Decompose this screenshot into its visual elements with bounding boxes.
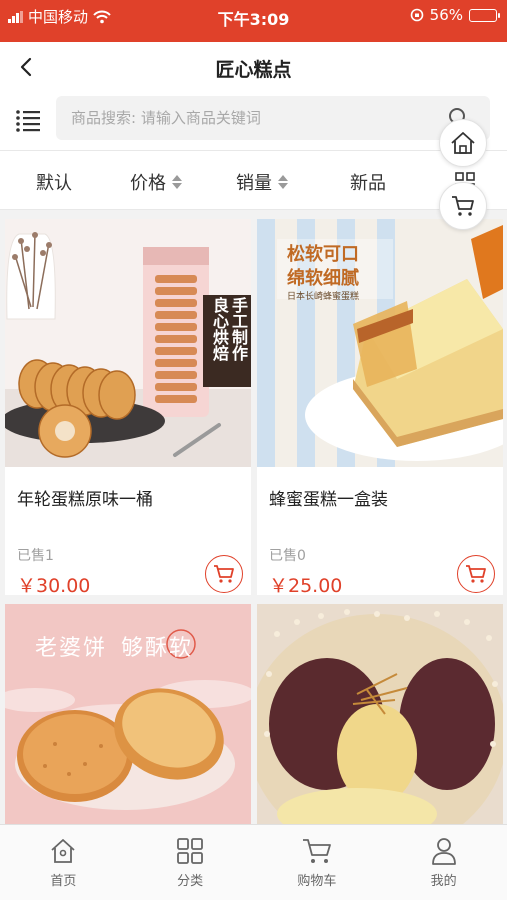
cart-icon <box>452 196 474 216</box>
sort-default[interactable]: 默认 <box>36 169 72 195</box>
sort-bar: 默认 价格 销量 新品 <box>0 150 507 210</box>
add-to-cart-button[interactable] <box>457 555 495 593</box>
product-price: ￥30.00 <box>17 575 91 597</box>
grid-icon <box>177 838 204 864</box>
add-to-cart-button[interactable] <box>205 555 243 593</box>
user-icon <box>431 838 456 865</box>
image-caption: 松软可口 绵软细腻 日本长崎蜂蜜蛋糕 <box>287 243 359 303</box>
product-sold-count: 已售0 <box>269 548 306 564</box>
tab-cart[interactable]: 购物车 <box>254 825 381 900</box>
image-caption-line: 够酥软 <box>121 636 194 661</box>
page-title: 匠心糕点 <box>215 59 292 81</box>
product-image[interactable]: 松软可口 绵软细腻 日本长崎蜂蜜蛋糕 <box>257 219 503 467</box>
cart-float-button[interactable] <box>439 182 487 230</box>
sort-arrows-icon <box>278 175 288 189</box>
product-card[interactable]: 松软可口 绵软细腻 日本长崎蜂蜜蛋糕 蜂蜜蛋糕一盒装 已售0 ￥25.00 <box>257 219 503 597</box>
sort-new[interactable]: 新品 <box>350 169 386 195</box>
sort-sales[interactable]: 销量 <box>236 169 288 195</box>
sort-sales-label: 销量 <box>236 173 272 194</box>
tab-home-label: 首页 <box>50 874 77 889</box>
sort-default-label: 默认 <box>36 173 72 194</box>
product-price: ￥25.00 <box>269 575 343 597</box>
tab-profile-label: 我的 <box>430 874 457 889</box>
sesame-pastry-image <box>257 604 503 824</box>
image-caption-vertical: 手工制作 良心烘焙 <box>207 297 248 361</box>
image-caption-line: 老婆饼 <box>35 636 108 661</box>
nav-header: 匠心糕点 <box>0 42 507 92</box>
battery-percent: 56% <box>429 6 463 24</box>
image-caption-line: 绵软细腻 <box>287 268 359 289</box>
home-float-button[interactable] <box>439 119 487 167</box>
tab-category-label: 分类 <box>177 874 204 889</box>
product-card[interactable]: 手工制作 良心烘焙 年轮蛋糕原味一桶 已售1 ￥30.00 <box>5 219 251 597</box>
cart-icon <box>214 565 234 583</box>
search-box <box>56 96 490 140</box>
orientation-lock-icon <box>410 8 423 22</box>
product-image[interactable]: 手工制作 良心烘焙 <box>5 219 251 467</box>
image-caption-line: 良心烘焙 <box>210 297 229 361</box>
image-caption-line: 手工制作 <box>229 297 248 361</box>
product-card[interactable] <box>257 604 503 824</box>
tab-cart-label: 购物车 <box>297 874 337 889</box>
tab-bar: 首页 分类 购物车 我的 <box>0 824 507 900</box>
search-row <box>0 92 507 150</box>
battery-icon <box>469 8 500 22</box>
home-icon <box>51 839 75 863</box>
sort-price[interactable]: 价格 <box>130 169 182 195</box>
sort-arrows-icon <box>172 175 182 189</box>
home-icon <box>451 132 475 154</box>
product-image[interactable]: 老婆饼 够酥软 <box>5 604 251 824</box>
category-list-icon[interactable] <box>14 106 42 134</box>
image-caption: 老婆饼 够酥软 <box>35 630 193 662</box>
image-caption-line: 日本长崎蜂蜜蛋糕 <box>287 292 360 302</box>
image-caption-line: 松软可口 <box>287 244 359 265</box>
sort-new-label: 新品 <box>350 173 386 194</box>
product-card[interactable]: 老婆饼 够酥软 <box>5 604 251 824</box>
sort-price-label: 价格 <box>130 173 166 194</box>
tab-home[interactable]: 首页 <box>0 825 127 900</box>
tab-category[interactable]: 分类 <box>127 825 254 900</box>
search-input[interactable] <box>56 96 436 140</box>
product-name[interactable]: 年轮蛋糕原味一桶 <box>17 485 153 510</box>
tab-profile[interactable]: 我的 <box>380 825 507 900</box>
cart-icon <box>302 839 331 863</box>
cart-icon <box>466 565 486 583</box>
product-sold-count: 已售1 <box>17 548 54 564</box>
status-right: 56% <box>410 6 500 24</box>
product-name[interactable]: 蜂蜜蛋糕一盒装 <box>269 485 388 510</box>
status-bar: 中国移动 下午3:09 56% <box>0 0 507 42</box>
product-image[interactable] <box>257 604 503 824</box>
product-grid: 手工制作 良心烘焙 年轮蛋糕原味一桶 已售1 ￥30.00 松软可口 绵软细腻 … <box>0 211 507 824</box>
